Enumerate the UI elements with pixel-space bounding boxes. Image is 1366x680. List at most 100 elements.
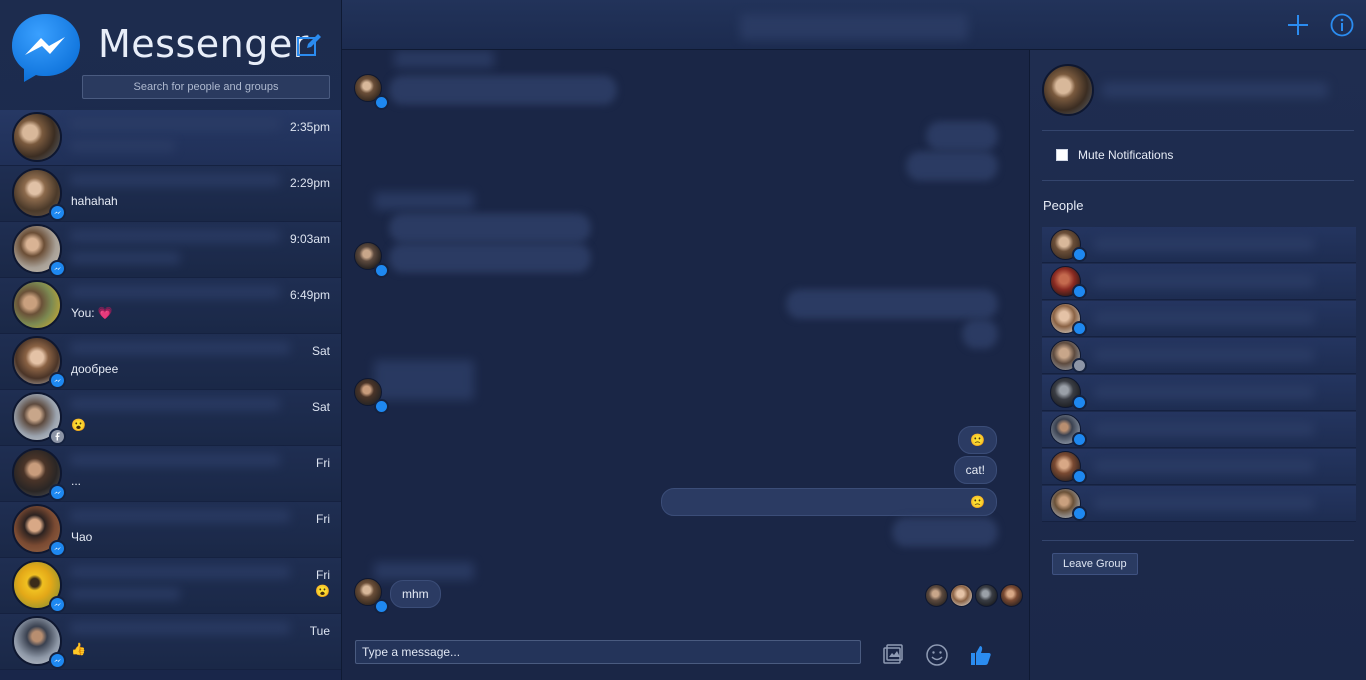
conversation-time: 2:35pm [289,120,330,134]
person-name-redacted [1094,385,1314,399]
messenger-badge-icon [1072,432,1087,447]
group-name-redacted [1102,82,1328,98]
like-icon[interactable] [969,643,993,667]
conversation-snippet: You: 💗 [71,306,113,320]
conversation-item[interactable]: Fri ... [0,446,341,502]
conversation-time: 9:03am [289,232,330,246]
facebook-badge-icon [1072,358,1087,373]
mute-notifications-toggle[interactable]: Mute Notifications [1056,148,1173,162]
messenger-badge-icon [49,540,66,557]
person-row[interactable] [1042,486,1356,522]
message-bubble-received [390,244,590,272]
person-row[interactable] [1042,338,1356,374]
mute-checkbox[interactable] [1056,149,1068,161]
conversation-list: 2:35pm 2:29pm hahahah 9:03am 6:49pm You:… [0,110,341,670]
message-input[interactable] [355,640,861,664]
conversation-item[interactable]: 2:35pm [0,110,341,166]
person-name-redacted [1094,237,1314,251]
message-bubble-sent: 🙁 [958,426,997,454]
emoji-icon[interactable] [925,643,949,667]
conversation-snippet: 😮 [71,418,86,432]
photo-icon[interactable] [881,643,905,667]
conversation-time: Fri [316,456,330,470]
person-row[interactable] [1042,264,1356,300]
avatar [12,280,62,330]
person-name-redacted [1094,311,1314,325]
seen-avatar [975,584,998,607]
conversation-time: 2:29pm [289,176,330,190]
contact-name-redacted [70,622,290,634]
conversation-item[interactable]: Sat 😮 [0,390,341,446]
leave-group-button[interactable]: Leave Group [1052,553,1138,575]
conversation-time: 6:49pm [289,288,330,302]
conversation-time: Fri [316,568,330,582]
messenger-badge-icon [49,596,66,613]
message-bubble-received: mhm [390,580,441,608]
avatar [12,112,62,162]
messenger-badge-icon [1072,284,1087,299]
sender-name-redacted [374,192,474,210]
message-bubble-sent: 🙁 [661,488,997,516]
snippet-redacted [70,140,175,152]
divider [1042,540,1354,541]
person-name-redacted [1094,274,1314,288]
thread-header [342,0,1366,50]
app-title: Messenger [98,22,309,66]
messenger-badge-icon [1072,469,1087,484]
messenger-badge-icon [1072,321,1087,336]
person-name-redacted [1094,422,1314,436]
compose-icon[interactable] [296,32,322,58]
messenger-badge-icon [1072,395,1087,410]
conversation-item[interactable]: Tue 👍 [0,614,341,670]
group-avatar [1042,64,1094,116]
conversation-item[interactable]: 9:03am [0,222,341,278]
conversation-item[interactable]: Sat дообрее [0,334,341,390]
person-name-redacted [1094,496,1314,510]
contact-name-redacted [70,286,280,298]
person-row[interactable] [1042,227,1356,263]
messenger-badge-icon [1072,506,1087,521]
messenger-badge-icon [49,204,66,221]
messenger-badge-icon [49,652,66,669]
seen-avatar [925,584,948,607]
conversation-item[interactable]: Fri Чао [0,502,341,558]
message-bubble-sent [963,320,997,348]
conversation-time: Fri [316,512,330,526]
messenger-badge-icon [374,95,389,110]
conversation-time: Sat [311,400,330,414]
person-row[interactable] [1042,375,1356,411]
add-person-icon[interactable] [1287,14,1309,36]
conversation-snippet: 👍 [71,642,86,656]
person-row[interactable] [1042,412,1356,448]
message-bubble-sent: cat! [953,456,997,484]
conversation-emoji: 😮 [315,584,330,598]
conversation-time: Sat [311,344,330,358]
info-icon[interactable] [1330,13,1354,37]
person-row[interactable] [1042,449,1356,485]
messenger-badge-icon [374,263,389,278]
conversation-item[interactable]: 6:49pm You: 💗 [0,278,341,334]
message-bubble-sent [787,290,997,318]
message-bubble-sent [893,518,997,546]
sender-name-redacted [374,562,474,580]
chat-thread: 🙁 cat! 🙁 mhm [342,0,1029,680]
conversation-item[interactable]: Fri 😮 [0,558,341,614]
person-name-redacted [1094,459,1314,473]
group-details-panel: Mute Notifications People Leave Group [1029,50,1366,680]
contact-name-redacted [70,510,290,522]
mute-label: Mute Notifications [1078,148,1174,162]
search-input[interactable] [82,75,330,99]
messenger-badge-icon [374,399,389,414]
sidebar-header: Messenger [0,0,341,112]
conversation-item[interactable]: 2:29pm hahahah [0,166,341,222]
thread-title-redacted [740,14,968,40]
messenger-logo-icon [12,14,80,82]
person-row[interactable] [1042,301,1356,337]
message-bubble-received [390,214,590,242]
person-name-redacted [1094,348,1314,362]
messenger-badge-icon [49,260,66,277]
facebook-badge-icon [49,428,66,445]
seen-avatar [950,584,973,607]
messenger-badge-icon [49,484,66,501]
contact-name-redacted [70,118,280,130]
